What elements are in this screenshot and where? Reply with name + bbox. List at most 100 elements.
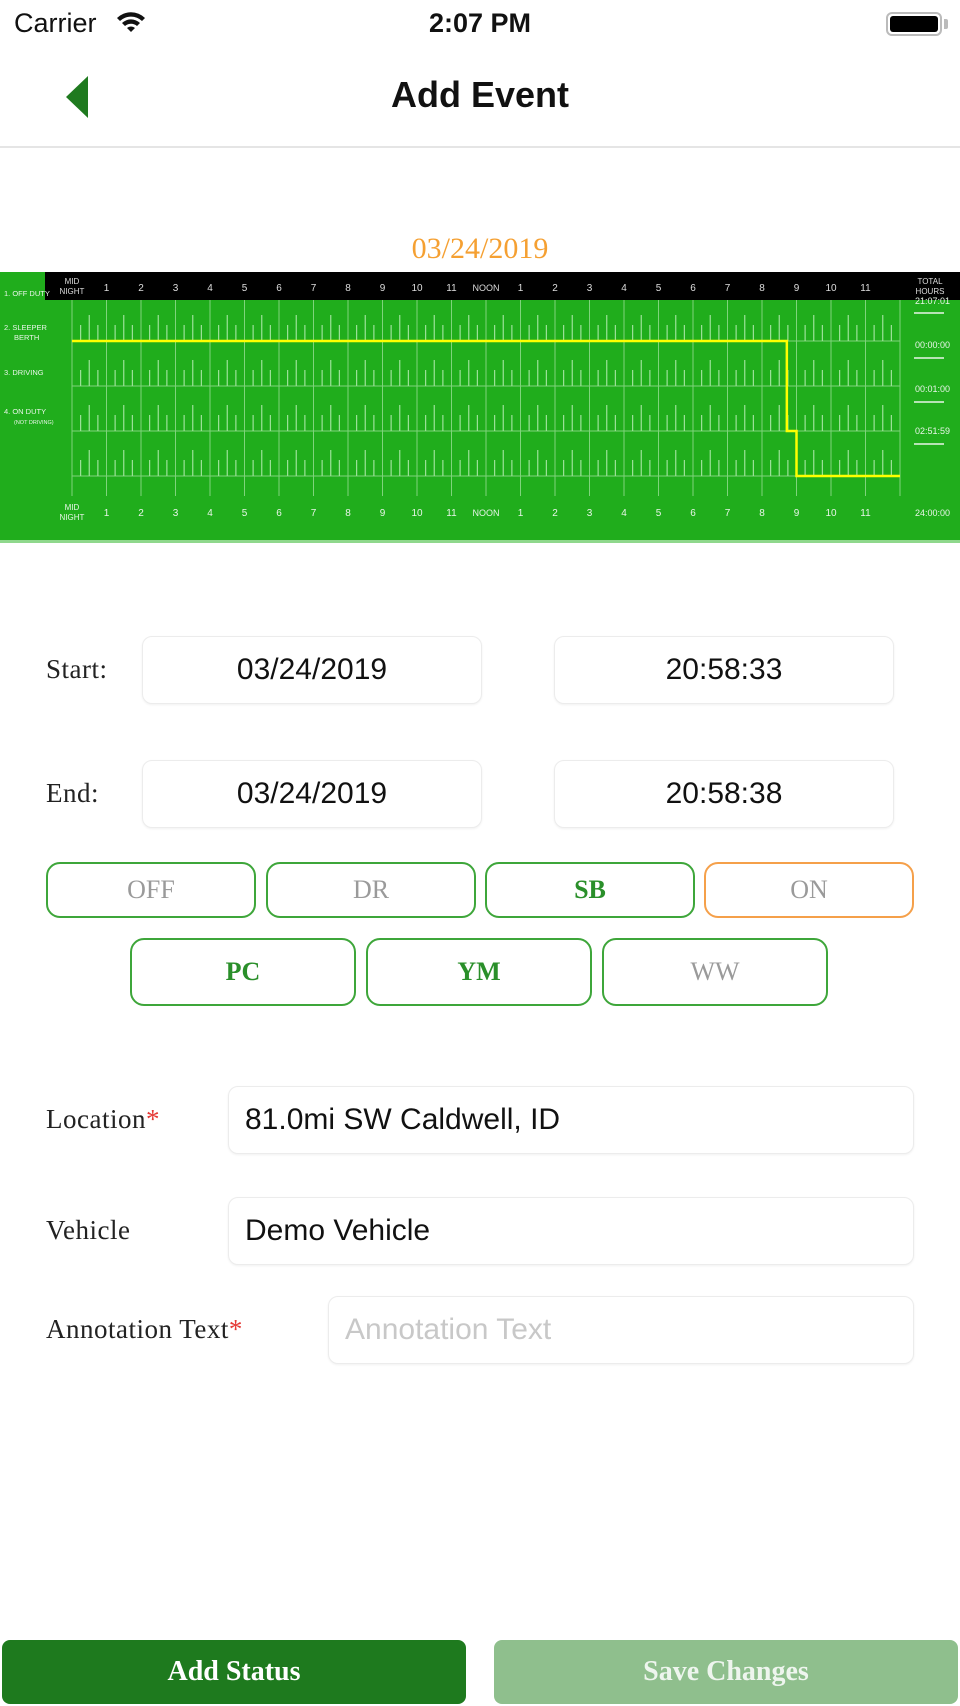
annotation-input[interactable] xyxy=(345,1313,913,1347)
row-label: BERTH xyxy=(14,333,39,342)
x-tick-top: 11 xyxy=(446,283,457,294)
annotation-required-mark: * xyxy=(228,1314,243,1344)
location-required-mark: * xyxy=(145,1104,160,1134)
start-date-field[interactable]: 03/24/2019 xyxy=(142,636,482,704)
total-hours-header: HOURS xyxy=(916,287,945,296)
x-tick-top: 1 xyxy=(518,283,524,294)
location-input[interactable] xyxy=(245,1103,913,1137)
x-tick-bottom: NOON xyxy=(473,508,500,518)
row-label: 2. SLEEPER xyxy=(4,323,48,332)
start-label: Start: xyxy=(46,654,108,684)
x-tick-top: 4 xyxy=(207,283,213,294)
x-tick-bottom: 6 xyxy=(276,508,282,519)
grand-total: 24:00:00 xyxy=(915,508,950,518)
location-label-text: Location xyxy=(46,1104,146,1134)
end-date-field[interactable]: 03/24/2019 xyxy=(142,760,482,828)
status-bar: Carrier 2:07 PM xyxy=(0,0,960,48)
add-status-button[interactable]: Add Status xyxy=(2,1640,466,1704)
x-tick-top: 5 xyxy=(656,283,662,294)
total-hours-header: TOTAL xyxy=(917,277,943,286)
x-tick-bottom: 4 xyxy=(621,508,627,519)
vehicle-input[interactable] xyxy=(245,1214,913,1248)
start-time-field[interactable]: 20:58:33 xyxy=(554,636,894,704)
x-tick-bottom: 1 xyxy=(518,508,524,519)
x-tick-top: 8 xyxy=(345,283,351,294)
x-tick-bottom: 11 xyxy=(860,508,871,519)
x-tick-bottom: 8 xyxy=(759,508,765,519)
x-tick-bottom: 5 xyxy=(656,508,662,519)
row-total: 00:01:00 xyxy=(915,384,950,394)
x-tick-bottom: 2 xyxy=(138,508,144,519)
end-time-field[interactable]: 20:58:38 xyxy=(554,760,894,828)
status-button-off[interactable]: OFF xyxy=(46,862,256,918)
x-tick-bottom: 11 xyxy=(446,508,457,519)
status-button-ww[interactable]: WW xyxy=(602,938,828,1006)
x-tick-bottom: NIGHT xyxy=(60,513,85,522)
x-tick-top: 5 xyxy=(242,283,248,294)
x-tick-bottom: 2 xyxy=(552,508,558,519)
annotation-label: Annotation Text* xyxy=(46,1314,243,1345)
x-tick-bottom: 7 xyxy=(725,508,731,519)
x-tick-top: 7 xyxy=(311,283,317,294)
x-tick-bottom: 10 xyxy=(825,508,837,519)
x-tick-bottom: 9 xyxy=(794,508,800,519)
x-tick-top: 1 xyxy=(104,283,110,294)
vehicle-label: Vehicle xyxy=(46,1215,131,1245)
location-field[interactable] xyxy=(228,1086,914,1154)
x-tick-bottom: 5 xyxy=(242,508,248,519)
end-label: End: xyxy=(46,778,99,808)
chart-svg: MIDNIGHT 1 2 3 4 5 6 7 8 9 10 11 NOON 1 2 3 4 5 6 7 8 9 10 11TO… xyxy=(4,272,960,522)
x-tick-top: 3 xyxy=(173,283,179,294)
x-tick-top: 11 xyxy=(860,283,871,294)
x-tick-top: 9 xyxy=(794,283,800,294)
x-tick-bottom: MID xyxy=(65,503,80,512)
row-total: 21:07:01 xyxy=(915,296,950,306)
status-button-dr[interactable]: DR xyxy=(266,862,476,918)
x-tick-bottom: 3 xyxy=(173,508,179,519)
battery-icon xyxy=(886,12,942,36)
log-date: 03/24/2019 xyxy=(411,232,549,265)
x-tick-top: 10 xyxy=(825,283,837,294)
duty-status-chart: MID NIGHT 1 2 3 4 5 6 7 8 9 10 11 NOON 1 2 3 4 5 6 7 8 9 10 11 TO… xyxy=(0,272,960,542)
row-total: 00:00:00 xyxy=(915,340,950,350)
status-button-sb[interactable]: SB xyxy=(485,862,695,918)
x-tick-top: NIGHT xyxy=(60,287,85,296)
status-button-pc[interactable]: PC xyxy=(130,938,356,1006)
x-tick-top: 2 xyxy=(138,283,144,294)
row-sublabel: (NOT DRIVING) xyxy=(14,420,54,426)
x-tick-bottom: 9 xyxy=(380,508,386,519)
chart-header-band xyxy=(45,272,960,300)
annotation-label-text: Annotation Text xyxy=(46,1314,229,1344)
row-total: 02:51:59 xyxy=(915,426,950,436)
x-tick-bottom: 6 xyxy=(690,508,696,519)
x-tick-bottom: 1 xyxy=(104,508,110,519)
x-tick-bottom: 3 xyxy=(587,508,593,519)
x-tick-bottom: 4 xyxy=(207,508,213,519)
vehicle-field[interactable] xyxy=(228,1197,914,1265)
save-changes-button[interactable]: Save Changes xyxy=(494,1640,958,1704)
x-tick-top: 10 xyxy=(411,283,423,294)
chart-bottom-border xyxy=(0,540,960,543)
x-tick-top: 7 xyxy=(725,283,731,294)
row-label: 1. OFF DUTY xyxy=(4,289,50,298)
x-tick-top: 9 xyxy=(380,283,386,294)
x-tick-top: MID xyxy=(65,277,80,286)
x-tick-top: NOON xyxy=(473,283,500,293)
x-tick-top: 6 xyxy=(690,283,696,294)
x-tick-bottom: 10 xyxy=(411,508,423,519)
status-button-on[interactable]: ON xyxy=(704,862,914,918)
status-time: 2:07 PM xyxy=(428,8,532,38)
location-label: Location* xyxy=(46,1104,160,1135)
row-label: 4. ON DUTY xyxy=(4,407,46,416)
x-tick-bottom: 7 xyxy=(311,508,317,519)
page-title: Add Event xyxy=(390,74,569,115)
x-tick-top: 8 xyxy=(759,283,765,294)
x-tick-top: 3 xyxy=(587,283,593,294)
annotation-field[interactable] xyxy=(328,1296,914,1364)
x-tick-top: 4 xyxy=(621,283,627,294)
x-tick-bottom: 8 xyxy=(345,508,351,519)
battery-tip xyxy=(944,19,948,29)
x-tick-top: 6 xyxy=(276,283,282,294)
status-button-ym[interactable]: YM xyxy=(366,938,592,1006)
x-tick-top: 2 xyxy=(552,283,558,294)
